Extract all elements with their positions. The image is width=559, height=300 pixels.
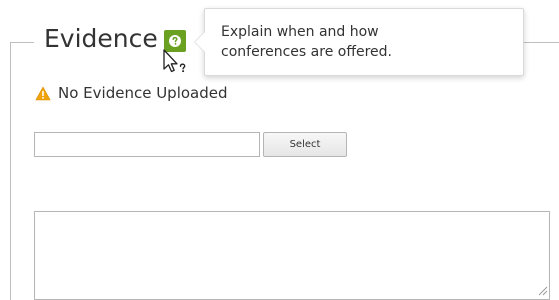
textarea-resize-handle[interactable] [536,284,548,296]
select-file-button[interactable]: Select [263,132,347,157]
evidence-panel: Evidence Explain when and how conference… [0,0,559,300]
tooltip-text-line-1: Explain when and how [221,24,379,40]
tooltip-arrow [194,31,205,53]
help-tooltip: Explain when and how conferences are off… [194,8,524,76]
help-cursor-icon [163,49,186,73]
question-mark-icon[interactable] [164,30,186,52]
warning-triangle-icon [35,86,51,100]
evidence-notes-textarea[interactable] [34,211,550,300]
fieldset-border-top-right [520,42,559,43]
section-legend: Evidence [44,24,158,53]
evidence-status: No Evidence Uploaded [35,84,228,102]
fieldset-border-top-left [10,42,34,43]
file-path-input[interactable] [34,132,260,157]
question-mark-glyph [169,35,181,47]
tooltip-text-line-2: conferences are offered. [221,44,392,60]
status-text: No Evidence Uploaded [58,84,228,102]
fieldset-border-left [10,42,11,300]
